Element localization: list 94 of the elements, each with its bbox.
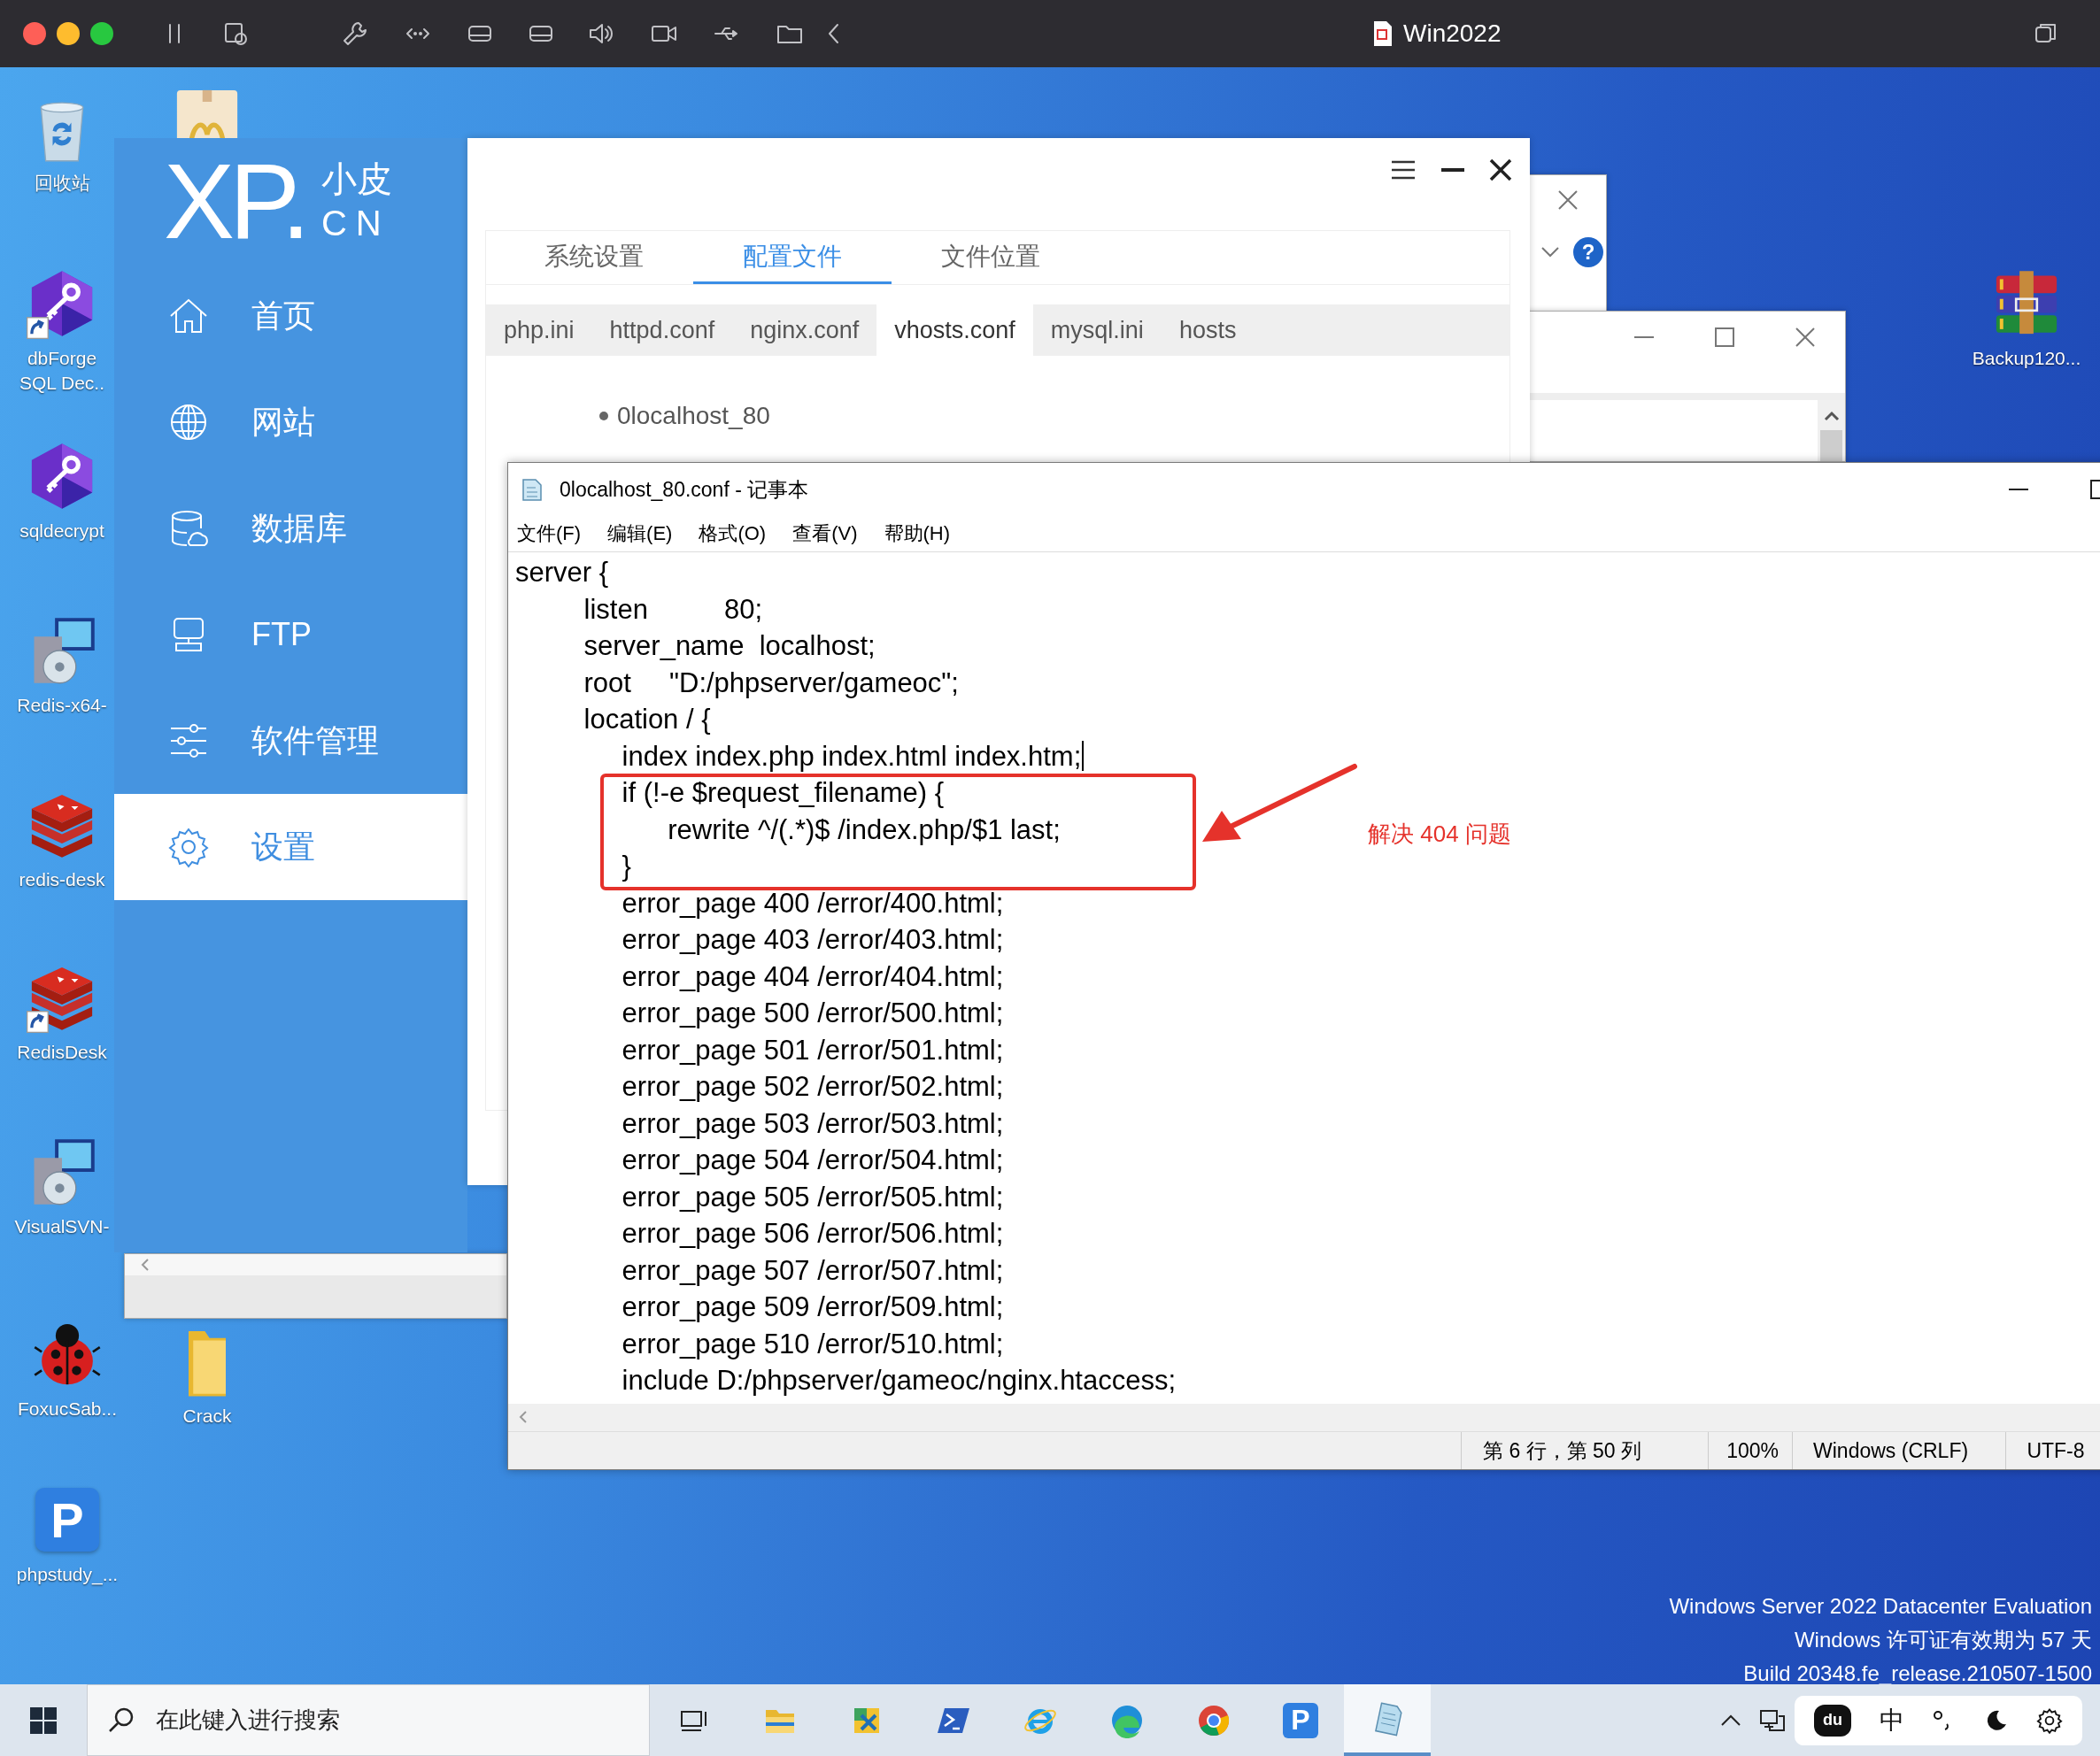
icon-label: Backup120... <box>1972 347 2081 370</box>
code-line: location / { <box>583 703 711 736</box>
chevron-down-icon[interactable] <box>1540 246 1560 258</box>
icon-label: Crack <box>182 1405 232 1428</box>
windows-icon <box>30 1706 57 1734</box>
code-line: error_page 500 /error/500.html; <box>621 997 1004 1030</box>
window-title: Win2022 <box>1403 19 1502 48</box>
search-field[interactable]: 在此键入进行搜索 <box>87 1684 650 1756</box>
taskbar-app[interactable]: P <box>1257 1684 1344 1756</box>
code-line: error_page 404 /error/404.html; <box>621 959 1004 994</box>
menu-item[interactable]: 文件(F) <box>517 520 582 547</box>
code-line: error_page 506 /error/506.html; <box>621 1217 1004 1251</box>
logo-icon[interactable]: P <box>35 1488 99 1552</box>
settings-icon[interactable] <box>2035 1706 2063 1734</box>
file-tab[interactable]: mysql.ini <box>1032 304 1162 356</box>
menu-item[interactable]: 格式(O) <box>699 520 767 547</box>
code-line: error_page 505 /error/505.html; <box>621 1180 1004 1214</box>
code-line: listen 80; <box>583 592 763 627</box>
menu-item[interactable]: 编辑(E) <box>607 520 673 547</box>
scrollbar[interactable] <box>125 1254 506 1275</box>
status-text: 第 6 行，第 50 列 <box>1483 1437 1641 1464</box>
system-info-text: Windows Server 2022 Datacenter Evaluation <box>1669 1593 2092 1620</box>
tab[interactable]: 配置文件 <box>693 231 892 284</box>
logo-domain: CN <box>320 202 391 243</box>
icon-label: RedisDesk <box>17 1041 107 1064</box>
site-item[interactable]: 0localhost_80 <box>617 402 770 430</box>
minimize-icon[interactable] <box>1440 167 1466 173</box>
paw-logo-icon[interactable]: du <box>1814 1704 1852 1737</box>
window-title: 0localhost_80.conf - 记事本 <box>560 476 809 503</box>
settings-icon <box>167 826 210 868</box>
code-line: error_page 502 /error/502.html; <box>621 1070 1004 1104</box>
code-line: error_page 403 /error/403.html; <box>621 923 1004 957</box>
help-button[interactable]: ? <box>1573 237 1603 267</box>
icon-label: 回收站 <box>34 172 90 195</box>
code-line: server { <box>515 556 609 589</box>
code-line: index index.php index.html index.htm; <box>515 737 1085 774</box>
icon-label: phpstudy_... <box>16 1563 119 1587</box>
menu-item[interactable]: 帮助(H) <box>884 520 951 547</box>
minimize-button[interactable] <box>57 22 80 45</box>
system-info-text: Windows 许可证有效期为 57 天 <box>1794 1627 2092 1653</box>
status-text: Windows (CRLF) <box>1813 1438 1969 1463</box>
code-line: } <box>621 850 631 883</box>
logo-icon: P <box>1283 1702 1318 1738</box>
file-tab[interactable]: vhosts.conf <box>876 304 1033 356</box>
file-tab[interactable]: nginx.conf <box>732 304 877 356</box>
code-line: server_name localhost; <box>583 629 876 663</box>
status-text: UTF-8 <box>2027 1438 2085 1463</box>
icon-label: VisualSVN- <box>14 1215 110 1238</box>
document-icon <box>1371 20 1394 47</box>
icon-label: dbForge SQL Dec.. <box>18 347 106 395</box>
notepad-icon <box>521 477 544 502</box>
input-mode-toggle[interactable]: 中 <box>1880 1703 1905 1737</box>
icon-label: Redis-x64- <box>17 694 107 717</box>
menu-item[interactable]: 查看(V) <box>792 520 858 547</box>
scrollbar[interactable] <box>1818 400 1845 461</box>
status-text: 100% <box>1726 1438 1780 1463</box>
code-line: error_page 507 /error/507.html; <box>621 1253 1004 1288</box>
scrollbar[interactable] <box>508 1404 2100 1431</box>
code-line: error_page 501 /error/501.html; <box>621 1033 1004 1067</box>
code-line: error_page 503 /error/503.html; <box>621 1106 1004 1141</box>
code-line: if (!-e $request_filename) { <box>621 776 945 810</box>
code-line: error_page 504 /error/504.html; <box>621 1144 1004 1177</box>
code-line: error_page 400 /error/400.html; <box>621 886 1004 920</box>
search-icon <box>108 1706 135 1733</box>
file-tab[interactable]: httpd.conf <box>591 304 733 356</box>
wrench-icon[interactable] <box>341 19 369 48</box>
tab[interactable]: 系统设置 <box>495 231 693 284</box>
logo-name: 小皮 <box>320 158 392 199</box>
annotation-note: 解决 404 问题 <box>1368 820 1511 849</box>
code-line: error_page 510 /error/510.html; <box>621 1327 1004 1361</box>
bullet-icon <box>599 412 608 420</box>
menu-icon[interactable] <box>1390 159 1417 181</box>
code-line: root "D:/phpserver/gameoc"; <box>583 666 959 700</box>
code-line: rewrite ^/(.*)$ /index.php/$1 last; <box>667 813 1061 847</box>
maximize-icon[interactable] <box>1715 327 1734 347</box>
zoom-button[interactable] <box>90 22 113 45</box>
nav-item[interactable]: 设置 <box>114 794 467 900</box>
scroll-left-icon[interactable] <box>141 1259 150 1271</box>
icon-label: redis-desk <box>19 868 105 891</box>
icon-label: sqldecrypt <box>19 520 104 543</box>
minimize-icon <box>2009 488 2028 491</box>
code-line: error_page 509 /error/509.html; <box>621 1290 1004 1324</box>
close-button[interactable] <box>23 22 46 45</box>
scroll-up-icon[interactable] <box>1823 411 1840 421</box>
logo-mark: XP. <box>164 147 305 254</box>
system-info-text: Build 20348.fe_release.210507-1500 <box>1743 1660 2092 1684</box>
scroll-thumb[interactable] <box>1820 430 1842 461</box>
tab[interactable]: 文件位置 <box>892 231 1090 284</box>
file-tab[interactable]: php.ini <box>486 304 592 356</box>
file-tab[interactable]: hosts <box>1161 304 1255 356</box>
close-icon[interactable] <box>1489 158 1512 181</box>
code-line: include D:/phpserver/gameoc/nginx.htaccess; <box>621 1364 1177 1398</box>
icon-label: FoxucSab... <box>17 1398 118 1421</box>
chevron-up-icon[interactable] <box>1720 1714 1741 1727</box>
